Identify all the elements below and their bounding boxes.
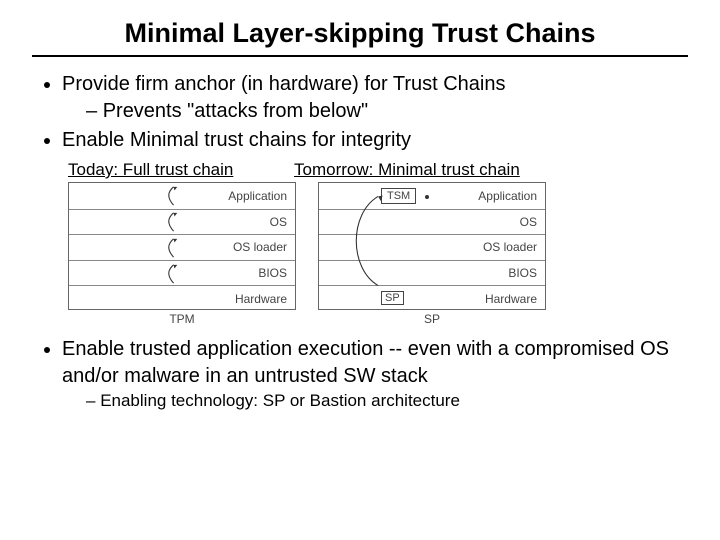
skip-arrow-icon [349, 191, 389, 291]
bullet-3-sub: Enabling technology: SP or Bastion archi… [86, 390, 688, 413]
left-diagram: Application OS OS loader BIOS Hardware [68, 182, 296, 310]
sp-box: SP [381, 291, 404, 305]
slide-title: Minimal Layer-skipping Trust Chains [32, 18, 688, 57]
right-caption: Tomorrow: Minimal trust chain [294, 160, 520, 180]
left-caption: Today: Full trust chain [68, 160, 233, 180]
left-diagram-label: TPM [68, 312, 296, 326]
dot-icon [425, 195, 429, 199]
layer-osloader: OS loader [233, 240, 287, 254]
bullet-list: Provide firm anchor (in hardware) for Tr… [32, 71, 688, 154]
layer-osloader: OS loader [483, 240, 537, 254]
arrow-icon [169, 211, 191, 233]
bullet-list-2: Enable trusted application execution -- … [32, 336, 688, 413]
bullet-1-sub: Prevents "attacks from below" [86, 98, 688, 125]
right-diagram-label: SP [318, 312, 546, 326]
bullet-1: Provide firm anchor (in hardware) for Tr… [62, 71, 688, 125]
bullet-3-text: Enable trusted application execution -- … [62, 338, 669, 387]
layer-application: Application [228, 189, 287, 203]
layer-bios: BIOS [258, 266, 287, 280]
arrow-icon [169, 237, 191, 259]
bullet-3: Enable trusted application execution -- … [62, 336, 688, 413]
right-diagram: Application OS OS loader BIOS Hardware T… [318, 182, 546, 310]
layer-hardware: Hardware [235, 292, 287, 306]
arrow-icon [169, 263, 191, 285]
bullet-2: Enable Minimal trust chains for integrit… [62, 127, 688, 154]
arrow-icon [169, 185, 191, 207]
layer-os: OS [270, 215, 287, 229]
layer-os: OS [520, 215, 537, 229]
layer-hardware: Hardware [485, 292, 537, 306]
bullet-1-text: Provide firm anchor (in hardware) for Tr… [62, 73, 506, 95]
layer-bios: BIOS [508, 266, 537, 280]
layer-application: Application [478, 189, 537, 203]
trust-chain-figure: Today: Full trust chain Tomorrow: Minima… [68, 160, 688, 334]
